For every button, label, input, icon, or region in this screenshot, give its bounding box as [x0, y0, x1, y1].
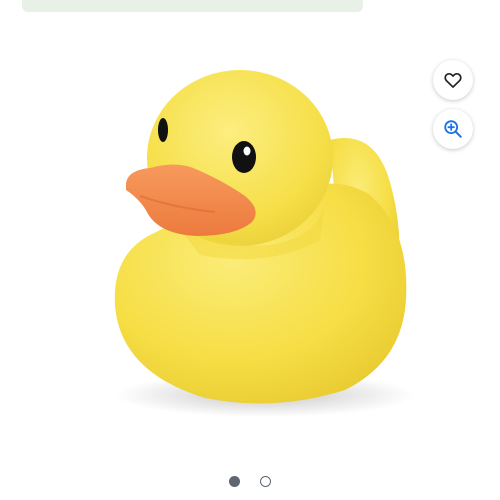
heart-outline-icon: [444, 72, 462, 88]
carousel-dot-1[interactable]: [229, 475, 240, 487]
wishlist-button[interactable]: [433, 60, 473, 100]
zoom-button[interactable]: [433, 109, 473, 149]
carousel-dot-2[interactable]: [260, 475, 271, 487]
zoom-in-icon: [444, 120, 462, 138]
product-image-rubber-duck[interactable]: [0, 0, 500, 500]
duck-eye-left: [158, 118, 168, 142]
carousel-indicator: [0, 474, 500, 488]
duck-eye-right: [232, 141, 256, 173]
